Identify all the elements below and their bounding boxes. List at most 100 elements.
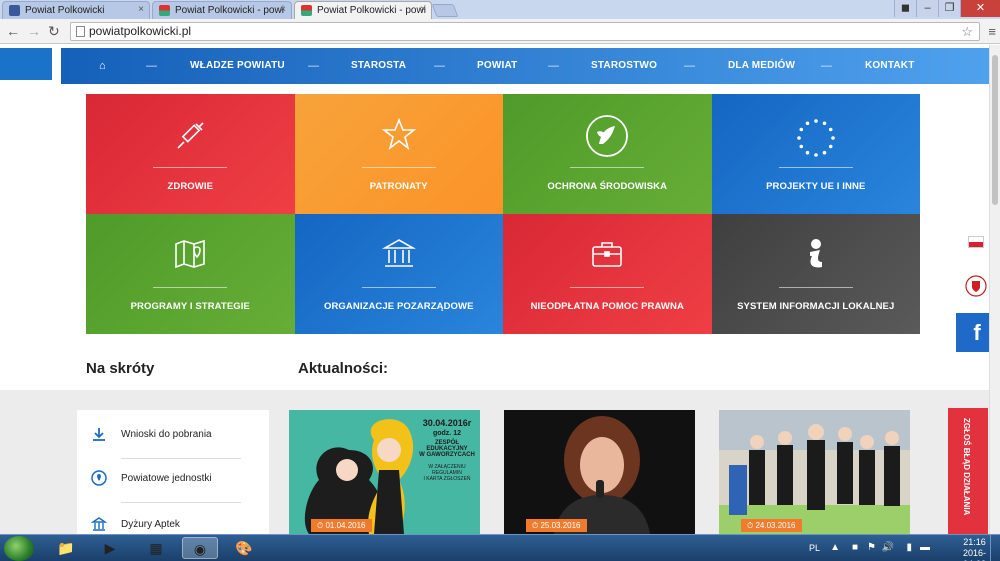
- tile-ochrona-srodowiska[interactable]: OCHRONA ŚRODOWISKA: [503, 94, 712, 214]
- tile-divider: [570, 287, 644, 288]
- browser-tab-strip: Powiat Polkowicki × Powiat Polkowicki - …: [0, 0, 1000, 19]
- tile-divider: [570, 167, 644, 168]
- language-indicator[interactable]: PL: [809, 543, 820, 553]
- tile-label: PROGRAMY I STRATEGIE: [130, 301, 250, 312]
- volume-icon[interactable]: 🔊: [882, 542, 894, 553]
- address-bar[interactable]: powiatpolkowicki.pl ☆: [70, 22, 980, 41]
- reload-icon[interactable]: ↻: [48, 23, 60, 39]
- user-icon[interactable]: ◼: [894, 0, 916, 17]
- tile-zdrowie[interactable]: ZDROWIE: [86, 94, 295, 214]
- news-date: 24.03.2016: [755, 521, 796, 530]
- close-tab-icon[interactable]: ×: [138, 4, 144, 15]
- minimize-button[interactable]: –: [916, 0, 938, 17]
- poster-line: W ZAŁĄCZENIU REGULAMIN: [428, 464, 466, 476]
- county-crest-icon[interactable]: [965, 275, 987, 297]
- main-nav: ⌂ — WŁADZE POWIATU — STAROSTA — POWIAT —…: [61, 48, 998, 84]
- tile-label: NIEODPŁATNA POMOC PRAWNA: [530, 301, 684, 312]
- browser-toolbar: ← → ↻ powiatpolkowicki.pl ☆ ≡: [0, 19, 1000, 44]
- close-tab-icon[interactable]: ×: [420, 4, 426, 15]
- dancers-photo: [719, 410, 910, 534]
- tab-title: Powiat Polkowicki - powi: [317, 5, 426, 16]
- media-player-icon[interactable]: ▶: [92, 537, 128, 559]
- tab-title: Powiat Polkowicki: [25, 5, 105, 16]
- browser-tab-2[interactable]: Powiat Polkowicki - powi ×: [152, 1, 292, 19]
- new-tab-button[interactable]: [431, 4, 459, 17]
- nature-emblem-icon: [503, 114, 712, 157]
- home-icon[interactable]: ⌂: [99, 48, 106, 84]
- page-icon: [76, 26, 85, 37]
- tile-projekty-ue[interactable]: PROJEKTY UE I INNE: [711, 94, 921, 214]
- category-tiles: ZDROWIE PATRONATY OCHRONA ŚRODOWISKA PRO…: [86, 94, 920, 334]
- tile-programy-i-strategie[interactable]: PROGRAMY I STRATEGIE: [86, 214, 295, 334]
- report-error-tab[interactable]: ZGŁOŚ BŁĄD DZIAŁANIA: [948, 408, 988, 534]
- url-text: powiatpolkowicki.pl: [89, 24, 192, 38]
- show-desktop-button[interactable]: [990, 535, 1000, 561]
- nav-item-starosta[interactable]: STAROSTA: [351, 48, 406, 84]
- clock-date: 2016-04-03: [962, 548, 986, 561]
- bookmark-star-icon[interactable]: ☆: [961, 23, 973, 40]
- page-scrollbar[interactable]: [989, 45, 1000, 534]
- tile-organizacje-pozarzadowe[interactable]: ORGANIZACJE POZARZĄDOWE: [294, 214, 504, 334]
- divider: [121, 502, 241, 503]
- shortcuts-heading: Na skróty: [86, 360, 155, 377]
- crest-favicon-icon: [159, 5, 170, 16]
- explorer-icon[interactable]: 📁: [48, 537, 84, 559]
- tile-label: OCHRONA ŚRODOWISKA: [547, 181, 668, 192]
- close-window-button[interactable]: ✕: [960, 0, 1000, 17]
- nav-separator: —: [146, 60, 157, 72]
- nav-separator: —: [684, 60, 695, 72]
- tab-title: Powiat Polkowicki - powi: [175, 5, 284, 16]
- location-icon: [91, 470, 107, 486]
- menu-icon[interactable]: ≡: [988, 24, 996, 39]
- tile-label: ZDROWIE: [167, 181, 214, 192]
- app-icon[interactable]: ▦: [138, 537, 174, 559]
- forward-arrow-icon[interactable]: →: [27, 23, 41, 39]
- windows-taskbar: 📁 ▶ ▦ ◉ 🎨 PL ▲ ■ ⚑ 🔊 ▮ ▬ 21:16 2016-04-0…: [0, 534, 1000, 561]
- chrome-icon[interactable]: ◉: [182, 537, 218, 559]
- news-date-badge: ⏱ 24.03.2016: [741, 519, 802, 532]
- tile-divider: [778, 167, 853, 168]
- battery-icon[interactable]: ▬: [920, 542, 930, 553]
- nav-item-starostwo[interactable]: STAROSTWO: [591, 48, 657, 84]
- back-arrow-icon[interactable]: ←: [6, 23, 20, 39]
- close-tab-icon[interactable]: ×: [280, 4, 286, 15]
- window-controls: ◼ – ❐ ✕: [894, 0, 1000, 17]
- nav-item-wladze-powiatu[interactable]: WŁADZE POWIATU: [190, 48, 285, 84]
- maximize-button[interactable]: ❐: [938, 0, 960, 17]
- news-card-2[interactable]: ⏱ 25.03.2016: [504, 410, 695, 534]
- divider: [121, 458, 241, 459]
- nav-item-kontakt[interactable]: KONTAKT: [865, 48, 915, 84]
- tile-label: PATRONATY: [369, 181, 428, 192]
- news-card-3[interactable]: ⏱ 24.03.2016: [719, 410, 910, 534]
- news-date: 25.03.2016: [540, 521, 581, 530]
- nav-item-dla-mediow[interactable]: DLA MEDIÓW: [728, 48, 795, 84]
- tray-app-icon[interactable]: ■: [852, 542, 858, 553]
- browser-tab-1[interactable]: Powiat Polkowicki ×: [2, 1, 150, 19]
- tile-system-informacji-lokalnej[interactable]: SYSTEM INFORMACJI LOKALNEJ: [711, 214, 920, 334]
- browser-tab-3[interactable]: Powiat Polkowicki - powi ×: [294, 1, 432, 19]
- crest-favicon-icon: [301, 5, 312, 16]
- news-date: 01.04.2016: [325, 521, 366, 530]
- news-card-1[interactable]: 30.04.2016r godz. 12 ZESPÓŁ EDUKACYJNY W…: [289, 410, 480, 534]
- tile-nieodplatna-pomoc-prawna[interactable]: NIEODPŁATNA POMOC PRAWNA: [503, 214, 712, 334]
- poland-flag-icon[interactable]: [968, 236, 984, 248]
- nav-item-powiat[interactable]: POWIAT: [477, 48, 517, 84]
- shortcut-label: Wnioski do pobrania: [121, 429, 212, 440]
- institution-icon: [295, 236, 504, 276]
- flag-icon[interactable]: ⚑: [867, 542, 876, 553]
- tray-arrow-icon[interactable]: ▲: [830, 542, 840, 553]
- clock[interactable]: 21:16 2016-04-03: [963, 537, 986, 561]
- tile-label: SYSTEM INFORMACJI LOKALNEJ: [737, 301, 895, 312]
- tile-divider: [361, 287, 436, 288]
- briefcase-icon: [503, 236, 712, 276]
- news-date-badge: ⏱ 01.04.2016: [311, 519, 372, 532]
- tile-patronaty[interactable]: PATRONATY: [294, 94, 503, 214]
- eu-stars-icon: [712, 116, 921, 157]
- report-error-label: ZGŁOŚ BŁĄD DZIAŁANIA: [962, 418, 971, 516]
- paint-icon[interactable]: 🎨: [226, 537, 262, 559]
- network-icon[interactable]: ▮: [906, 542, 912, 553]
- scrollbar-thumb[interactable]: [992, 55, 998, 205]
- logo-block[interactable]: [0, 48, 52, 80]
- start-button[interactable]: [4, 536, 34, 561]
- tile-divider: [153, 287, 227, 288]
